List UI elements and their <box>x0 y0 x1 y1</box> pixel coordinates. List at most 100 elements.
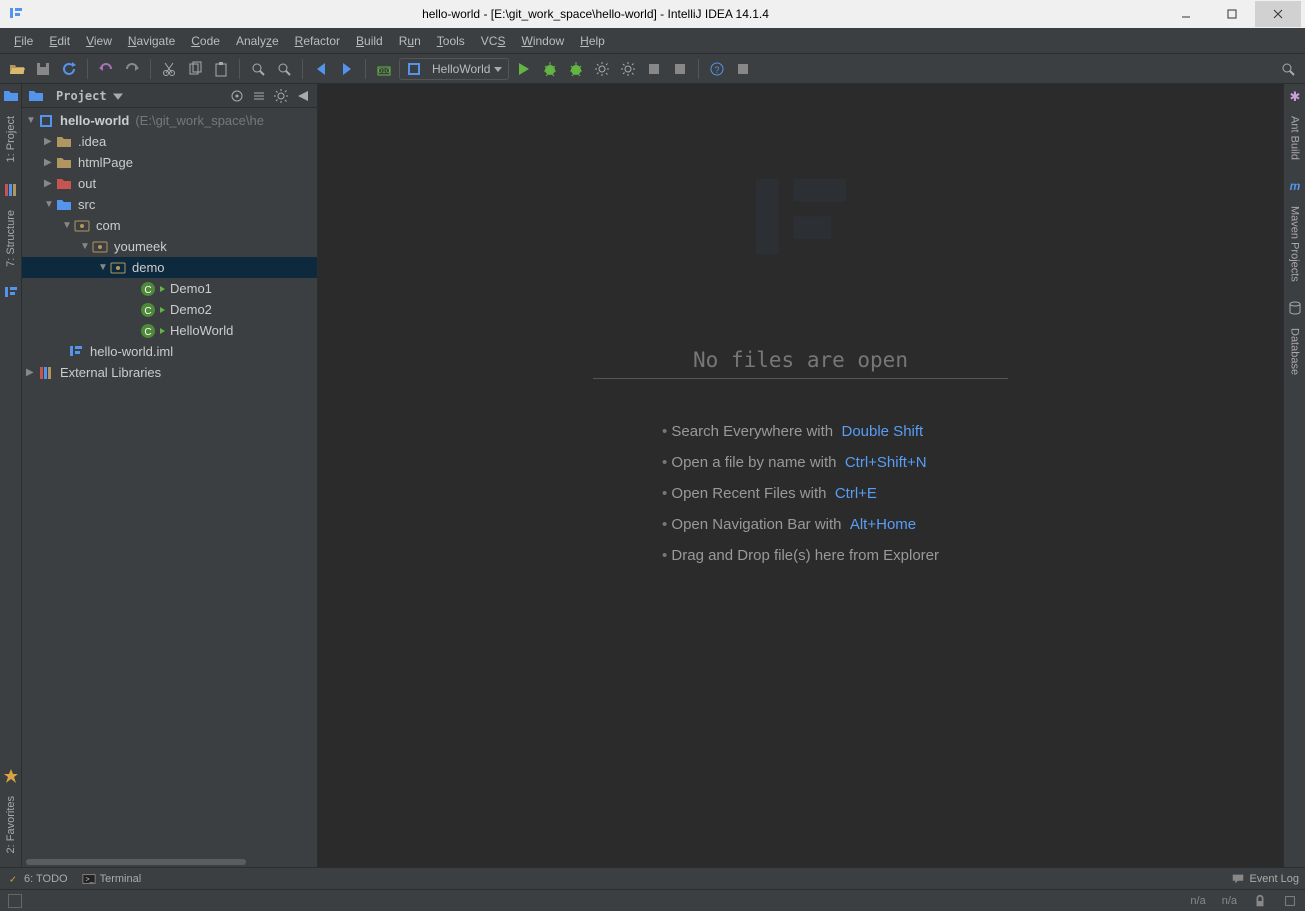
chevron-down-icon[interactable] <box>113 91 123 101</box>
settings-icon[interactable] <box>591 58 613 80</box>
forward-icon[interactable] <box>336 58 358 80</box>
start-icon[interactable] <box>732 58 754 80</box>
tree-youmeek[interactable]: youmeek <box>22 236 317 257</box>
save-icon[interactable] <box>32 58 54 80</box>
shortcut: Double Shift <box>841 423 923 440</box>
separator <box>698 59 699 79</box>
tree-idea[interactable]: .idea <box>22 131 317 152</box>
module-icon <box>38 113 54 129</box>
tree-htmlpage[interactable]: htmlPage <box>22 152 317 173</box>
menu-view[interactable]: View <box>78 32 120 50</box>
separator <box>365 59 366 79</box>
hint-row: Search Everywhere with Double Shift <box>662 423 939 440</box>
status-bar: n/a n/a <box>0 889 1305 911</box>
menu-code[interactable]: Code <box>183 32 228 50</box>
lock-icon[interactable] <box>1253 894 1267 908</box>
scrollbar-thumb[interactable] <box>26 859 246 865</box>
tree-external[interactable]: External Libraries <box>22 362 317 383</box>
undo-icon[interactable] <box>95 58 117 80</box>
close-button[interactable] <box>1255 1 1301 27</box>
menu-refactor[interactable]: Refactor <box>287 32 348 50</box>
redo-icon[interactable] <box>121 58 143 80</box>
search-everywhere-icon[interactable] <box>1277 58 1299 80</box>
coverage-icon[interactable] <box>565 58 587 80</box>
menu-navigate[interactable]: Navigate <box>120 32 183 50</box>
inspection-icon[interactable] <box>1283 894 1297 908</box>
refresh-icon[interactable] <box>58 58 80 80</box>
tab-todo[interactable]: ✓6: TODO <box>6 872 68 886</box>
menu-run[interactable]: Run <box>391 32 429 50</box>
menu-build[interactable]: Build <box>348 32 391 50</box>
project-tool-header: Project <box>22 84 317 108</box>
tab-maven[interactable]: Maven Projects <box>1287 198 1303 290</box>
tree-com[interactable]: com <box>22 215 317 236</box>
menu-edit[interactable]: Edit <box>41 32 78 50</box>
open-icon[interactable] <box>6 58 28 80</box>
tab-structure[interactable]: 7: Structure <box>3 202 19 275</box>
right-tool-rail: Ant Build Maven Projects Database <box>1283 84 1305 867</box>
menu-help[interactable]: Help <box>572 32 613 50</box>
database-icon <box>1287 300 1303 316</box>
speech-balloon-icon <box>1231 872 1245 886</box>
separator <box>302 59 303 79</box>
status-encoding[interactable]: n/a <box>1190 895 1205 907</box>
tab-favorites[interactable]: 2: Favorites <box>3 788 19 861</box>
tree-root[interactable]: hello-world(E:\git_work_space\he <box>22 110 317 131</box>
menu-analyze[interactable]: Analyze <box>228 32 287 50</box>
menu-bar: File Edit View Navigate Code Analyze Ref… <box>0 28 1305 54</box>
back-icon[interactable] <box>310 58 332 80</box>
tab-database[interactable]: Database <box>1287 320 1303 383</box>
cut-icon[interactable] <box>158 58 180 80</box>
structure-icon[interactable] <box>617 58 639 80</box>
toggle-tools-icon[interactable] <box>8 894 22 908</box>
tab-terminal[interactable]: Terminal <box>82 872 142 886</box>
hide-icon[interactable] <box>295 88 311 104</box>
status-separator[interactable]: n/a <box>1222 895 1237 907</box>
tree-demo1[interactable]: Demo1 <box>22 278 317 299</box>
ij-tab-icon[interactable] <box>3 285 19 301</box>
replace-icon[interactable] <box>273 58 295 80</box>
menu-file[interactable]: File <box>6 32 41 50</box>
package-icon <box>110 260 126 276</box>
structure-tab-icon <box>3 182 19 198</box>
tree-demo[interactable]: demo <box>22 257 317 278</box>
gear-icon[interactable] <box>273 88 289 104</box>
menu-window[interactable]: Window <box>513 32 572 50</box>
locate-icon[interactable] <box>229 88 245 104</box>
tab-event-log[interactable]: Event Log <box>1231 872 1299 886</box>
sdk-icon[interactable] <box>643 58 665 80</box>
maximize-button[interactable] <box>1209 1 1255 27</box>
star-icon <box>3 768 19 784</box>
folder-icon <box>56 155 72 171</box>
paste-icon[interactable] <box>210 58 232 80</box>
debug-icon[interactable] <box>539 58 561 80</box>
run-config-selector[interactable]: HelloWorld <box>399 58 509 80</box>
editor-empty-pane[interactable]: No files are open Search Everywhere with… <box>318 84 1283 867</box>
tree-out[interactable]: out <box>22 173 317 194</box>
android-icon[interactable] <box>669 58 691 80</box>
tree-h-scrollbar[interactable] <box>22 857 317 867</box>
help-icon[interactable] <box>706 58 728 80</box>
copy-icon[interactable] <box>184 58 206 80</box>
menu-vcs[interactable]: VCS <box>473 32 514 50</box>
run-icon[interactable] <box>513 58 535 80</box>
project-tool-title: Project <box>56 89 107 103</box>
project-tree: hello-world(E:\git_work_space\he .idea h… <box>22 108 317 857</box>
tree-iml[interactable]: hello-world.iml <box>22 341 317 362</box>
minimize-button[interactable] <box>1163 1 1209 27</box>
tree-demo2[interactable]: Demo2 <box>22 299 317 320</box>
tab-project[interactable]: 1: Project <box>3 108 19 170</box>
make-icon[interactable] <box>373 58 395 80</box>
tab-ant[interactable]: Ant Build <box>1287 108 1303 168</box>
collapse-icon[interactable] <box>251 88 267 104</box>
main-toolbar: HelloWorld <box>0 54 1305 84</box>
find-icon[interactable] <box>247 58 269 80</box>
tree-helloworld[interactable]: HelloWorld <box>22 320 317 341</box>
class-icon <box>140 281 156 297</box>
editor-hints: Search Everywhere with Double Shift Open… <box>662 409 939 578</box>
tree-src[interactable]: src <box>22 194 317 215</box>
menu-tools[interactable]: Tools <box>429 32 473 50</box>
ij-watermark-icon <box>741 164 861 284</box>
package-icon <box>92 239 108 255</box>
hint-row: Open Recent Files with Ctrl+E <box>662 485 939 502</box>
